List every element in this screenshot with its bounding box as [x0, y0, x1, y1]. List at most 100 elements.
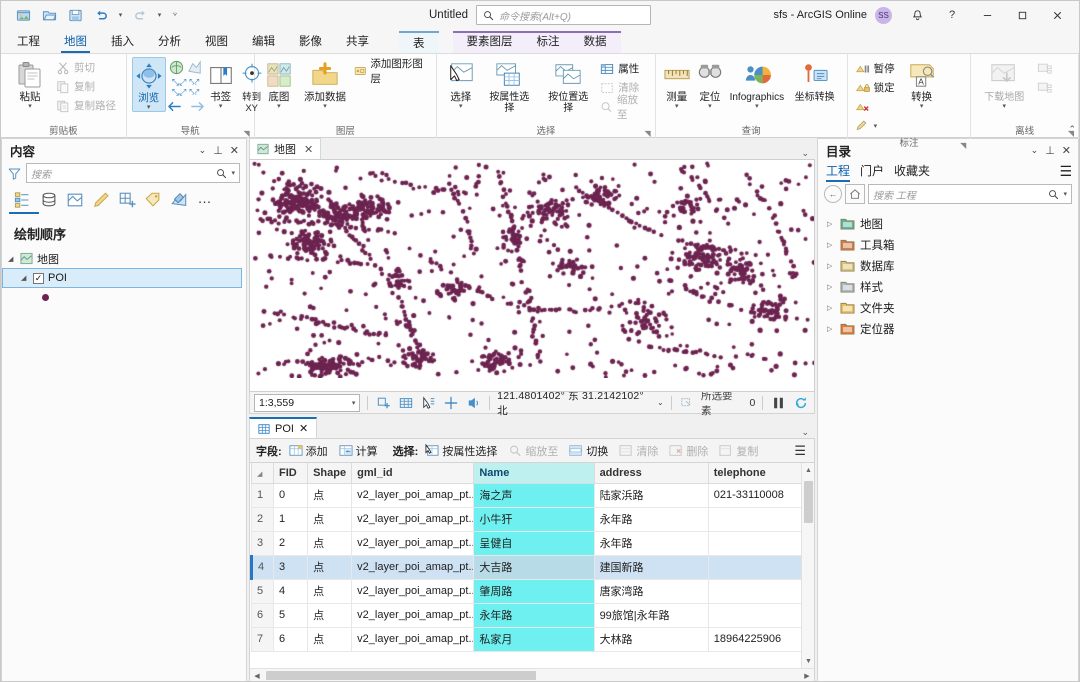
list-by-drawing-order-icon[interactable]	[10, 189, 35, 211]
map-view[interactable]	[249, 159, 815, 392]
catalog-search-input[interactable]: 搜索 工程 ▾	[868, 184, 1072, 204]
map-view-tab-menu-icon[interactable]: ⌄	[801, 148, 815, 159]
table-row[interactable]: 2 1 点 v2_layer_poi_amap_pt... 小牛犴 永年路	[250, 506, 814, 532]
table-tab-poi[interactable]: POI ✕	[249, 417, 318, 438]
close-icon[interactable]: ✕	[304, 143, 313, 156]
list-by-snapping-icon[interactable]	[114, 189, 139, 211]
cell-address[interactable]: 大林路	[593, 626, 709, 652]
cell-shape[interactable]: 点	[307, 554, 353, 580]
map-scale-combobox[interactable]: 1:3,559 ▾	[254, 393, 361, 412]
cell-fid[interactable]: 1	[273, 506, 309, 532]
select-by-attribute-table-button[interactable]: 按属性选择	[421, 442, 501, 460]
attributes-button[interactable]: 属性	[598, 59, 649, 78]
cell-address[interactable]: 永年路	[593, 506, 709, 532]
cell-name[interactable]: 永年路	[473, 602, 595, 628]
cell-address[interactable]: 唐家湾路	[593, 578, 709, 604]
paste-dropdown-icon[interactable]: ▾	[28, 103, 32, 110]
select-button[interactable]: 选择 ▾	[442, 57, 479, 110]
full-extent-icon[interactable]	[168, 59, 185, 76]
clear-selection-table-button[interactable]: 清除	[615, 442, 662, 460]
copy-selection-button[interactable]: 复制	[715, 442, 762, 460]
previous-extent-icon[interactable]	[167, 100, 182, 113]
cell-address[interactable]: 陆家浜路	[593, 482, 709, 508]
cell-telephone[interactable]: 021-33110008	[707, 482, 814, 508]
open-project-icon[interactable]	[37, 4, 61, 26]
list-by-charts-icon[interactable]	[166, 189, 191, 211]
cell-gml-id[interactable]: v2_layer_poi_amap_pt...	[351, 602, 475, 628]
catalog-item-databases-folder[interactable]: ▷ 数据库	[818, 255, 1078, 276]
redo-dropdown-icon[interactable]: ▾	[154, 4, 165, 26]
expand-triangle-icon[interactable]: ▷	[827, 304, 835, 312]
undo-dropdown-icon[interactable]: ▾	[115, 4, 126, 26]
bookmarks-button[interactable]: 书签 ▾	[206, 57, 236, 110]
ribbon-tab-map[interactable]: 地图	[52, 30, 99, 53]
scroll-right-icon[interactable]: ▶	[800, 672, 814, 680]
basemap-button[interactable]: 底图 ▾	[260, 57, 299, 110]
account-name[interactable]: sfs - ArcGIS Online	[773, 9, 867, 21]
add-field-button[interactable]: 添加	[285, 442, 332, 460]
add-data-button[interactable]: 添加数据 ▾	[301, 57, 349, 110]
download-map-dropdown-icon[interactable]: ▾	[1003, 103, 1007, 110]
previous-extent-small-icon[interactable]: ⤡⤢	[172, 87, 186, 98]
expand-triangle-icon[interactable]: ▷	[827, 220, 835, 228]
cell-telephone[interactable]: 18964225906	[707, 626, 814, 652]
map-canvas[interactable]	[250, 160, 814, 378]
cell-gml-id[interactable]: v2_layer_poi_amap_pt...	[351, 506, 475, 532]
close-icon[interactable]: ✕	[299, 422, 308, 435]
more-icon[interactable]: …	[192, 189, 217, 211]
scroll-thumb-vertical[interactable]	[804, 481, 813, 523]
attribute-table-icon[interactable]	[398, 394, 415, 412]
hamburger-icon[interactable]: ☰	[1059, 163, 1072, 180]
cell-shape[interactable]: 点	[307, 578, 353, 604]
table-row[interactable]: 3 2 点 v2_layer_poi_amap_pt... 呈健自 永年路	[250, 530, 814, 556]
grid-vertical-scrollbar[interactable]: ▲ ▼	[801, 463, 814, 668]
hamburger-icon[interactable]: ☰	[794, 443, 808, 459]
explore-navigate-icon[interactable]	[465, 394, 482, 412]
cell-fid[interactable]: 5	[273, 602, 309, 628]
locate-dropdown-icon[interactable]: ▾	[708, 103, 712, 110]
expand-triangle-icon[interactable]: ▷	[827, 325, 835, 333]
select-by-attribute-button[interactable]: 按属性选择	[480, 57, 538, 114]
add-data-dropdown-icon[interactable]: ▾	[323, 103, 327, 110]
infographics-button[interactable]: Infographics ▾	[727, 57, 787, 110]
ribbon-tab-edit[interactable]: 编辑	[240, 30, 287, 53]
refresh-icon[interactable]	[793, 394, 810, 412]
expand-triangle-icon[interactable]: ▷	[827, 283, 835, 291]
catalog-search-dropdown-icon[interactable]: ▾	[1063, 190, 1067, 198]
cell-address[interactable]: 建国新路	[593, 554, 709, 580]
cell-address[interactable]: 99旅馆|永年路	[593, 602, 709, 628]
zoom-to-selection-button[interactable]: 缩放至	[598, 94, 649, 121]
add-graphics-layer-button[interactable]: 添加图形图层	[352, 58, 431, 85]
help-icon[interactable]: ?	[936, 2, 968, 28]
cell-gml-id[interactable]: v2_layer_poi_amap_pt...	[351, 482, 475, 508]
cell-fid[interactable]: 6	[273, 626, 309, 652]
measure-dropdown-icon[interactable]: ▾	[675, 103, 679, 110]
catalog-tab-portal[interactable]: 门户	[860, 162, 884, 181]
catalog-collapse-icon[interactable]: ⌄	[1031, 145, 1039, 156]
row-number-cell[interactable]: 6	[250, 602, 275, 628]
toc-item-map[interactable]: ◢ 地图	[2, 249, 246, 268]
cell-shape[interactable]: 点	[307, 482, 353, 508]
contextual-tab-feature-layer[interactable]: 要素图层	[455, 30, 525, 53]
remove-labels-button[interactable]	[853, 97, 899, 116]
convert-labels-dropdown-icon[interactable]: ▾	[920, 103, 924, 110]
point-symbol-swatch[interactable]	[42, 294, 49, 301]
undo-icon[interactable]	[89, 4, 113, 26]
back-arrow-icon[interactable]: ←	[824, 185, 842, 203]
filter-icon[interactable]	[8, 167, 21, 180]
row-number-cell[interactable]: 3	[250, 530, 275, 556]
cell-gml-id[interactable]: v2_layer_poi_amap_pt...	[351, 578, 475, 604]
cell-name[interactable]: 大吉路	[473, 554, 595, 580]
catalog-item-locators-folder[interactable]: ▷ 定位器	[818, 318, 1078, 339]
next-extent-small-icon[interactable]: ⤣⤤	[189, 87, 199, 98]
minimize-button[interactable]	[971, 2, 1003, 28]
measure-tool-icon[interactable]	[442, 394, 459, 412]
cell-telephone[interactable]	[707, 554, 814, 580]
table-row[interactable]: 5 4 点 v2_layer_poi_amap_pt... 肇周路 唐家湾路	[250, 578, 814, 604]
select-features-icon[interactable]	[420, 394, 437, 412]
catalog-item-maps-folder[interactable]: ▷ 地图	[818, 213, 1078, 234]
convert-labels-button[interactable]: A 转换 ▾	[901, 57, 943, 110]
collapse-ribbon-icon[interactable]: ⌃	[1068, 124, 1076, 135]
bell-icon[interactable]	[901, 2, 933, 28]
select-by-location-button[interactable]: 按位置选择	[539, 57, 597, 114]
